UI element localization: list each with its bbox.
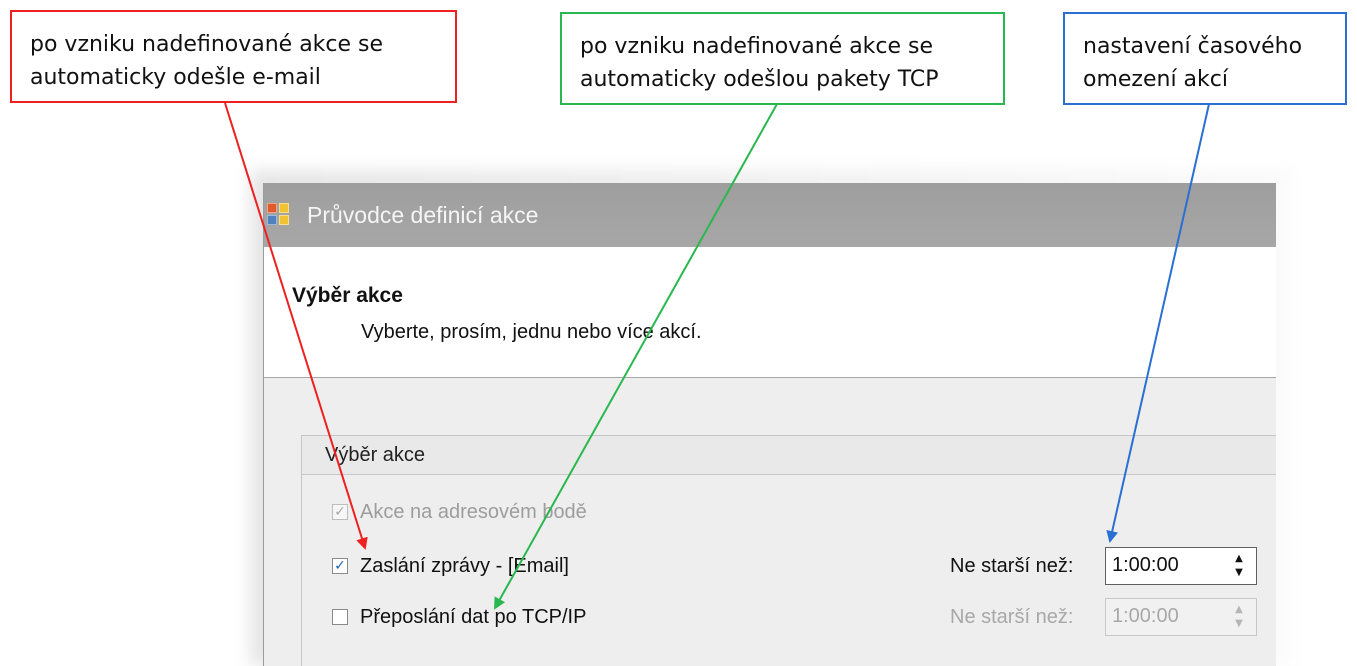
action-row-email: ✓ Zaslání zprávy - [Email] Ne starší než… xyxy=(332,547,1272,585)
tcp-callout-line-1: po vzniku nadefinované akce se xyxy=(580,34,934,59)
app-grid-icon xyxy=(267,203,291,227)
chevron-down-icon: ▼ xyxy=(1235,618,1243,629)
timeout-callout-line-1: nastavení časového xyxy=(1083,34,1303,59)
annotated-screenshot: po vzniku nadefinované akce se automatic… xyxy=(0,0,1357,666)
email-callout-line-2: automaticky odešle e-mail xyxy=(30,65,321,90)
tcp-time-limit-value: 1:00:00 xyxy=(1112,605,1179,627)
app-grid-icon-cell xyxy=(267,203,277,213)
chevron-up-icon[interactable]: ▲ xyxy=(1232,553,1246,565)
tcp-callout: po vzniku nadefinované akce se automatic… xyxy=(560,12,1005,105)
tcp-time-limit-label: Ne starší než: xyxy=(950,606,1074,628)
timeout-callout-line-2: omezení akcí xyxy=(1083,67,1228,92)
tcp-action-label[interactable]: Přeposlání dat po TCP/IP xyxy=(360,604,586,630)
tcp-time-limit-spin-buttons: ▲ ▼ xyxy=(1232,604,1246,630)
action-selection-group-title: Výběr akce xyxy=(325,444,426,466)
action-selection-group-header: Výběr akce xyxy=(302,436,1276,475)
app-grid-icon-cell xyxy=(267,215,277,225)
chevron-up-icon: ▲ xyxy=(1235,604,1243,615)
app-grid-icon-cell xyxy=(279,215,289,225)
email-time-limit-value[interactable]: 1:00:00 xyxy=(1112,554,1179,577)
wizard-step-subtitle: Vyberte, prosím, jednu nebo více akcí. xyxy=(361,321,702,343)
email-time-limit-spin-buttons[interactable]: ▲ ▼ xyxy=(1232,553,1246,579)
email-action-checkbox[interactable]: ✓ xyxy=(332,558,348,574)
email-action-label[interactable]: Zaslání zprávy - [Email] xyxy=(360,553,569,579)
tcp-time-limit-spinbox: 1:00:00 ▲ ▼ xyxy=(1105,598,1257,636)
dialog-title: Průvodce definicí akce xyxy=(307,202,539,228)
tcp-action-checkbox[interactable] xyxy=(332,609,348,625)
email-callout: po vzniku nadefinované akce se automatic… xyxy=(10,10,457,103)
email-time-limit-label: Ne starší než: xyxy=(950,555,1074,577)
address-point-action-label: Akce na adresovém bodě xyxy=(360,501,587,523)
action-selection-group: Výběr akce ✓ Akce na adresovém bodě ✓ Za… xyxy=(301,435,1276,666)
action-row-tcp: Přeposlání dat po TCP/IP Ne starší než: … xyxy=(332,598,1272,636)
wizard-step-title: Výběr akce xyxy=(292,284,403,307)
action-definition-dialog: Průvodce definicí akce Výběr akce Vybert… xyxy=(263,183,1276,666)
email-callout-line-1: po vzniku nadefinované akce se xyxy=(30,32,384,57)
app-grid-icon-cell xyxy=(279,203,289,213)
email-time-limit-spinbox[interactable]: 1:00:00 ▲ ▼ xyxy=(1105,547,1257,585)
tcp-callout-line-2: automaticky odešlou pakety TCP xyxy=(580,67,939,92)
address-point-action-checkbox: ✓ xyxy=(332,504,348,520)
action-row-address-point: ✓ Akce na adresovém bodě xyxy=(332,499,1272,529)
dialog-header: Výběr akce Vyberte, prosím, jednu nebo v… xyxy=(264,247,1276,378)
timeout-callout: nastavení časového omezení akcí xyxy=(1063,12,1347,105)
dialog-titlebar[interactable]: Průvodce definicí akce xyxy=(264,183,1276,247)
chevron-down-icon[interactable]: ▼ xyxy=(1232,567,1246,579)
